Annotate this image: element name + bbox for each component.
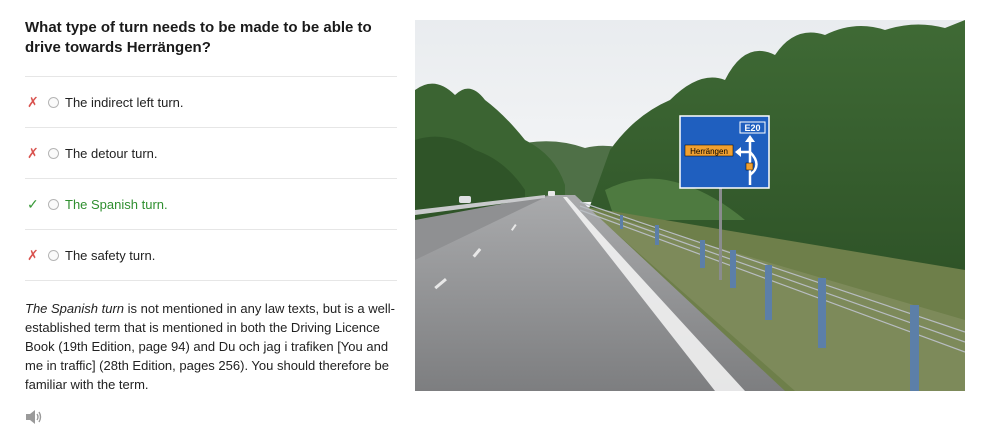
radio-button[interactable] <box>48 96 59 108</box>
answer-option[interactable]: ✗ The safety turn. <box>25 230 397 281</box>
answer-label: The indirect left turn. <box>65 94 184 110</box>
answer-option-correct[interactable]: ✓ The Spanish turn. <box>25 179 397 230</box>
question-text: What type of turn needs to be made to be… <box>25 19 372 56</box>
answer-options: ✗ The indirect left turn. ✗ The detour t… <box>25 76 397 281</box>
question-panel: What type of turn needs to be made to be… <box>25 18 397 394</box>
answer-label: The detour turn. <box>65 145 158 161</box>
explanation-text: The Spanish turn is not mentioned in any… <box>25 299 395 394</box>
radio-button[interactable] <box>48 198 59 210</box>
incorrect-icon: ✗ <box>27 93 39 110</box>
road-scene-image: E20 Herrängen <box>415 20 965 391</box>
correct-check-icon: ✓ <box>27 195 39 212</box>
answer-label: The safety turn. <box>65 247 156 263</box>
sign-route-label: E20 <box>744 123 760 133</box>
sign-destination-label: Herrängen <box>690 147 728 156</box>
incorrect-icon: ✗ <box>27 144 39 161</box>
speaker-icon[interactable] <box>25 409 43 425</box>
radio-button[interactable] <box>48 249 59 261</box>
answer-option[interactable]: ✗ The indirect left turn. <box>25 77 397 128</box>
explanation-term: The Spanish turn <box>25 301 125 316</box>
incorrect-icon: ✗ <box>27 246 39 263</box>
answer-label: The Spanish turn. <box>65 196 168 212</box>
radio-button[interactable] <box>48 147 59 159</box>
answer-option[interactable]: ✗ The detour turn. <box>25 128 397 179</box>
question-photo: E20 Herrängen <box>415 20 965 391</box>
